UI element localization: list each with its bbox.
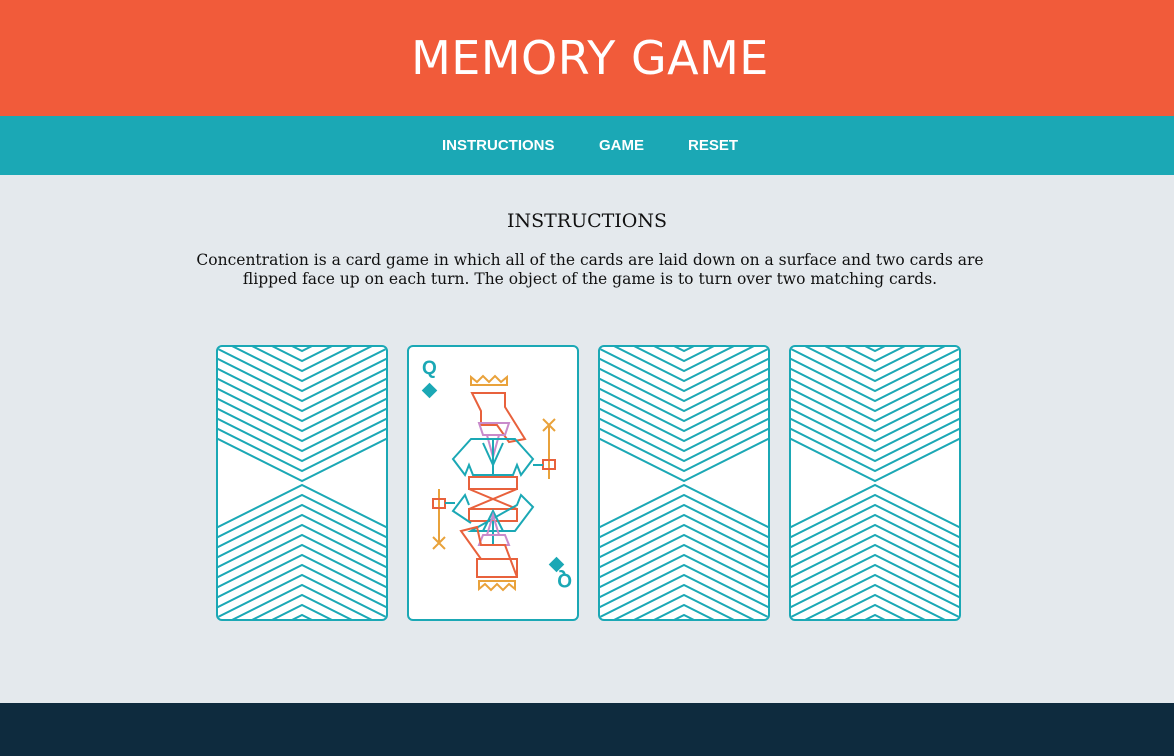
- nav-instructions-link[interactable]: INSTRUCTIONS: [442, 137, 555, 154]
- nav-game-link[interactable]: GAME: [599, 137, 644, 154]
- card-rank-top: Q: [422, 358, 437, 379]
- instructions-text: Concentration is a card game in which al…: [196, 251, 984, 288]
- card-back-pattern-icon: [218, 347, 386, 619]
- card-back-1[interactable]: [216, 345, 388, 621]
- queen-figure-icon: [432, 374, 556, 592]
- card-rank-bottom: Q: [557, 569, 572, 590]
- app-header: MEMORY GAME: [0, 0, 1174, 116]
- card-back-3[interactable]: [598, 345, 770, 621]
- card-face-queen-of-diamonds[interactable]: Q Q: [407, 345, 579, 621]
- nav-bar: INSTRUCTIONS GAME RESET: [0, 116, 1174, 175]
- queen-of-diamonds-face: Q Q: [421, 358, 572, 592]
- page-footer: [0, 703, 1174, 756]
- instructions-heading: INSTRUCTIONS: [506, 210, 668, 232]
- page-title: MEMORY GAME: [411, 31, 769, 85]
- card-back-pattern-icon: [600, 347, 768, 619]
- nav-reset-link[interactable]: RESET: [688, 137, 738, 154]
- card-back-4[interactable]: [789, 345, 961, 621]
- card-back-pattern-icon: [791, 347, 959, 619]
- main-content: INSTRUCTIONS Concentration is a card gam…: [0, 175, 1174, 703]
- diamond-suit-icon: [421, 382, 438, 399]
